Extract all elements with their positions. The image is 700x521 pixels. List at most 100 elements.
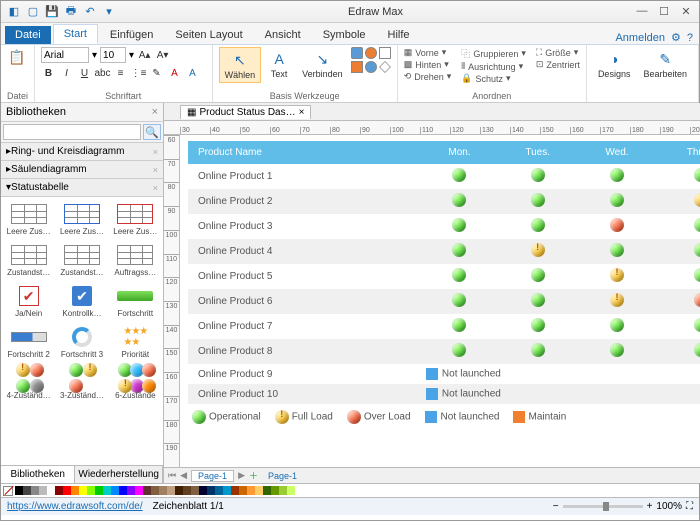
login-link[interactable]: Anmelden	[615, 32, 665, 44]
color-swatch[interactable]	[103, 486, 111, 495]
shape-item[interactable]: Auftragss…	[110, 240, 161, 279]
maximize-button[interactable]: ☐	[657, 5, 671, 19]
minimize-button[interactable]: —	[635, 5, 649, 19]
settings-icon[interactable]: ⚙	[671, 31, 681, 44]
shape-item[interactable]: 3-Zuständ…	[56, 363, 107, 402]
color-swatch[interactable]	[151, 486, 159, 495]
color-swatch[interactable]	[71, 486, 79, 495]
help-icon[interactable]: ?	[687, 32, 693, 44]
color-swatch[interactable]	[47, 486, 55, 495]
color-swatch[interactable]	[207, 486, 215, 495]
shape-item[interactable]: Fortschritt	[110, 281, 161, 320]
shape-item[interactable]: Fortschritt 3	[56, 322, 107, 361]
color-swatch[interactable]	[135, 486, 143, 495]
designs-button[interactable]: ◑Designs	[593, 47, 636, 81]
font-dropdown-icon[interactable]: ▾	[92, 50, 97, 61]
library-search-input[interactable]	[3, 124, 141, 140]
color-swatch[interactable]	[87, 486, 95, 495]
tab-datei[interactable]: Datei	[5, 26, 51, 44]
no-fill-icon[interactable]	[3, 486, 13, 496]
shape-item[interactable]: Leere Zus…	[3, 199, 54, 238]
color-swatch[interactable]	[175, 486, 183, 495]
tab-start[interactable]: Start	[53, 24, 98, 44]
close-button[interactable]: ✕	[679, 5, 693, 19]
text-tool[interactable]: AText	[264, 47, 294, 81]
page-first-icon[interactable]: ⏮	[168, 470, 176, 481]
shape-item[interactable]: ✔Kontrollk…	[56, 281, 107, 320]
fit-page-icon[interactable]: ⛶	[686, 501, 693, 512]
bring-front-icon[interactable]: ▦	[404, 47, 413, 58]
shape-item[interactable]: 6-Zustände	[110, 363, 161, 402]
shape-picker[interactable]	[351, 47, 391, 73]
bold-button[interactable]: B	[41, 66, 56, 81]
qat-dropdown-icon[interactable]: ▾	[102, 5, 116, 19]
sidebar-close-icon[interactable]: ×	[152, 106, 158, 118]
highlight-icon[interactable]: ✎	[149, 66, 164, 81]
tab-einfuegen[interactable]: Einfügen	[100, 26, 163, 44]
paste-icon[interactable]: 📋	[7, 47, 27, 67]
underline-button[interactable]: U	[77, 66, 92, 81]
send-back-icon[interactable]: ▩	[404, 59, 413, 70]
sidebar-tab-recovery[interactable]: Wiederherstellung	[75, 466, 163, 483]
color-swatch[interactable]	[159, 486, 167, 495]
color-swatch[interactable]	[127, 486, 135, 495]
tab-seitenlayout[interactable]: Seiten Layout	[165, 26, 252, 44]
tab-symbole[interactable]: Symbole	[313, 26, 376, 44]
shape-item[interactable]: Zustandst…	[3, 240, 54, 279]
zoom-out-icon[interactable]: −	[553, 501, 559, 512]
font-color-icon[interactable]: A	[167, 66, 182, 81]
color-swatch[interactable]	[143, 486, 151, 495]
bullets-icon[interactable]: ⋮≡	[131, 66, 146, 81]
page-prev-icon[interactable]: ◀	[180, 470, 187, 481]
center-icon[interactable]: ⊡	[536, 59, 544, 70]
connector-tool[interactable]: ↘Verbinden	[297, 47, 348, 81]
align-icon[interactable]: ⫴	[461, 61, 465, 72]
align-left-icon[interactable]: ≡	[113, 66, 128, 81]
color-swatch[interactable]	[231, 486, 239, 495]
canvas-page[interactable]: Product NameMon.Tues.Wed.Thurs.Fri. Onli…	[180, 135, 700, 467]
document-tab[interactable]: ▦Product Status Das…×	[180, 105, 311, 119]
color-swatch[interactable]	[263, 486, 271, 495]
status-url[interactable]: https://www.edrawsoft.com/de/	[7, 501, 143, 512]
color-swatch[interactable]	[255, 486, 263, 495]
color-swatch[interactable]	[55, 486, 63, 495]
text-effects-icon[interactable]: A	[185, 66, 200, 81]
edit-button[interactable]: ✎Bearbeiten	[638, 47, 692, 81]
font-name-select[interactable]	[41, 47, 89, 63]
color-swatch[interactable]	[167, 486, 175, 495]
group-icon[interactable]: ⿻	[461, 47, 470, 60]
strike-button[interactable]: abc	[95, 66, 110, 81]
doc-close-icon[interactable]: ×	[299, 107, 305, 118]
protect-icon[interactable]: 🔒	[461, 73, 472, 84]
sidebar-tab-libraries[interactable]: Bibliotheken	[1, 466, 75, 483]
zoom-in-icon[interactable]: +	[647, 501, 653, 512]
print-icon[interactable]: 🖶	[64, 5, 78, 19]
shape-item[interactable]: ★★★★★Priorität	[110, 322, 161, 361]
page-tab[interactable]: Page-1	[191, 470, 234, 482]
color-swatch[interactable]	[239, 486, 247, 495]
zoom-slider[interactable]	[563, 505, 643, 508]
color-swatch[interactable]	[31, 486, 39, 495]
color-swatch[interactable]	[215, 486, 223, 495]
color-swatch[interactable]	[15, 486, 23, 495]
shape-item[interactable]: Fortschritt 2	[3, 322, 54, 361]
shape-item[interactable]: Leere Zus…	[110, 199, 161, 238]
size-icon[interactable]: ⛶	[536, 47, 542, 58]
color-swatch[interactable]	[183, 486, 191, 495]
color-palette[interactable]	[1, 483, 699, 497]
shape-item[interactable]: Ja/Nein	[3, 281, 54, 320]
italic-button[interactable]: I	[59, 66, 74, 81]
color-swatch[interactable]	[271, 486, 279, 495]
lib-cat-ring[interactable]: ▸ Ring- und Kreisdiagramm×	[1, 143, 163, 161]
search-button[interactable]: 🔍	[143, 124, 161, 140]
save-icon[interactable]: 💾	[45, 5, 59, 19]
tab-hilfe[interactable]: Hilfe	[378, 26, 420, 44]
lib-cat-status[interactable]: ▾ Statustabelle×	[1, 179, 163, 197]
shape-item[interactable]: Leere Zus…	[56, 199, 107, 238]
new-icon[interactable]: ▢	[26, 5, 40, 19]
color-swatch[interactable]	[287, 486, 295, 495]
font-size-select[interactable]	[100, 47, 126, 63]
page-add-icon[interactable]: ＋	[249, 469, 258, 482]
shape-item[interactable]: 4-Zuständ…	[3, 363, 54, 402]
page-next-icon[interactable]: ▶	[238, 470, 245, 481]
